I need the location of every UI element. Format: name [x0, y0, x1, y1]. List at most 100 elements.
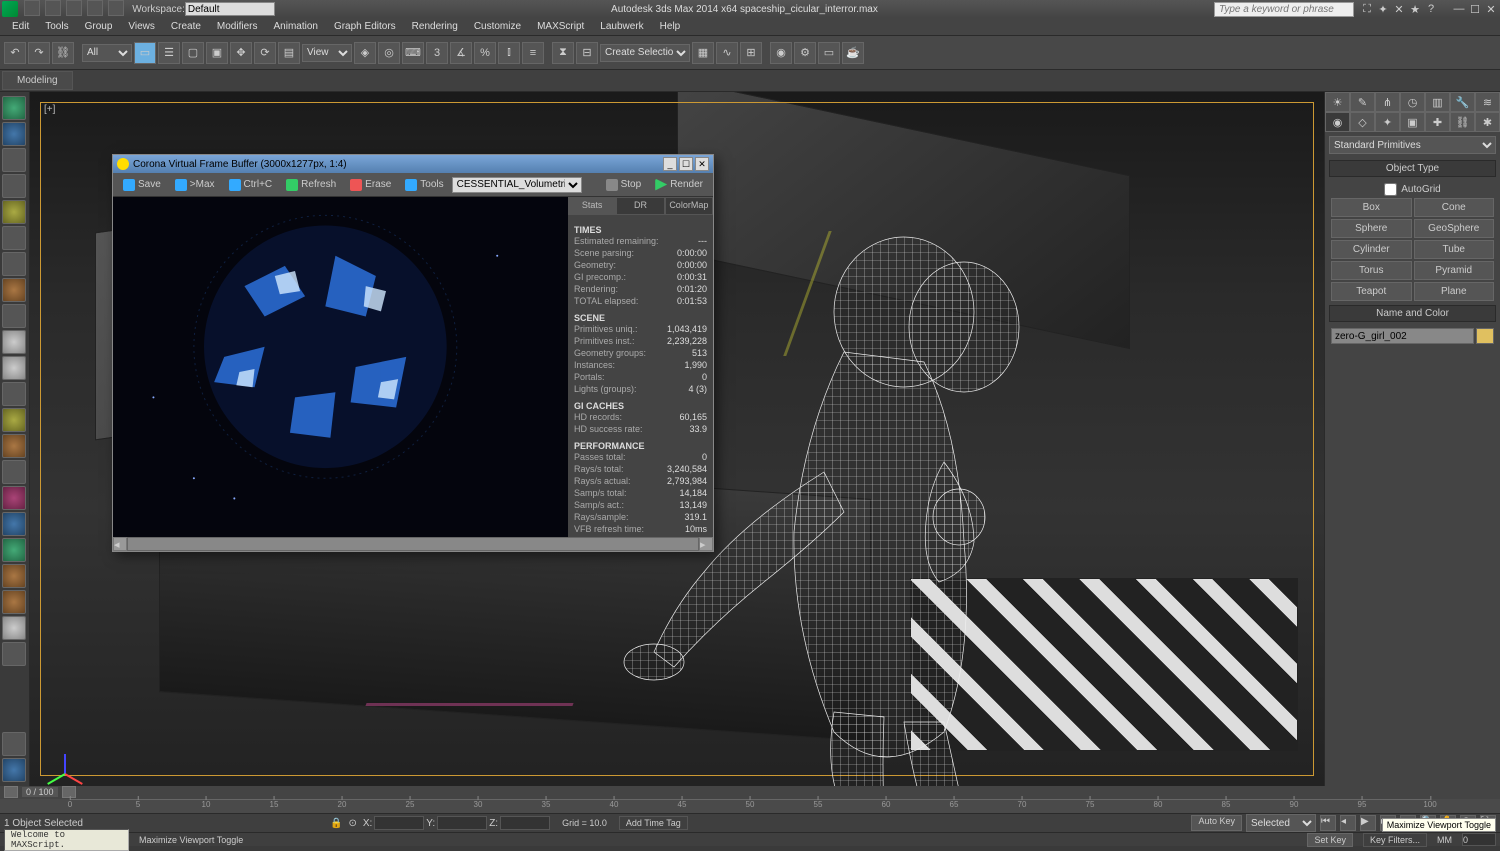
- vfb-pass-select[interactable]: CESSENTIAL_Volumetrics: [452, 177, 582, 193]
- panel-utilities-icon[interactable]: 🔧: [1450, 92, 1475, 112]
- layers-icon[interactable]: ▦: [692, 42, 714, 64]
- panel-hierarchy-icon[interactable]: ⋔: [1375, 92, 1400, 112]
- rollout-name-color[interactable]: Name and Color: [1329, 305, 1496, 322]
- panel-motion-icon[interactable]: ◷: [1400, 92, 1425, 112]
- workspace-select[interactable]: [185, 2, 275, 16]
- prim-cone[interactable]: Cone: [1414, 198, 1495, 217]
- prev-frame-icon[interactable]: ◂: [1340, 815, 1356, 831]
- menu-modifiers[interactable]: Modifiers: [209, 21, 266, 32]
- vfb-close-icon[interactable]: ✕: [695, 157, 709, 171]
- lt-dragon-icon[interactable]: [2, 278, 26, 302]
- track-prev-icon[interactable]: [4, 786, 18, 798]
- create-shapes-icon[interactable]: ◇: [1350, 112, 1375, 132]
- mirror-icon[interactable]: ⧗: [552, 42, 574, 64]
- play-icon[interactable]: ▶: [1360, 815, 1376, 831]
- prim-cylinder[interactable]: Cylinder: [1331, 240, 1412, 259]
- scale-icon[interactable]: ▤: [278, 42, 300, 64]
- vfb-erase-button[interactable]: Erase: [344, 177, 397, 193]
- create-cameras-icon[interactable]: ▣: [1400, 112, 1425, 132]
- lt-rock-icon[interactable]: [2, 512, 26, 536]
- prim-box[interactable]: Box: [1331, 198, 1412, 217]
- qat-redo-icon[interactable]: [108, 0, 124, 16]
- create-helpers-icon[interactable]: ✚: [1425, 112, 1450, 132]
- menu-animation[interactable]: Animation: [265, 21, 325, 32]
- select-object-icon[interactable]: ▭: [134, 42, 156, 64]
- keymode-select[interactable]: Selected: [1246, 814, 1316, 832]
- setkey-button[interactable]: Set Key: [1307, 833, 1353, 847]
- vfb-copy-button[interactable]: Ctrl+C: [223, 177, 279, 193]
- edit-named-sel-icon[interactable]: ≡: [522, 42, 544, 64]
- coord-x-input[interactable]: [374, 816, 424, 830]
- lt-color-icon[interactable]: [2, 642, 26, 666]
- undo-icon[interactable]: ↶: [4, 42, 26, 64]
- vfb-maximize-icon[interactable]: ☐: [679, 157, 693, 171]
- menu-edit[interactable]: Edit: [4, 21, 37, 32]
- lock-icon[interactable]: 🔒: [330, 818, 342, 829]
- rotate-icon[interactable]: ⟳: [254, 42, 276, 64]
- lt-sphere-icon[interactable]: [2, 330, 26, 354]
- keyboard-shortcut-icon[interactable]: ⌨: [402, 42, 424, 64]
- isolate-icon[interactable]: ⊙: [348, 818, 356, 829]
- maximize-icon[interactable]: ☐: [1468, 2, 1482, 16]
- object-color-swatch[interactable]: [1476, 328, 1494, 344]
- lt-icon-9[interactable]: [2, 304, 26, 328]
- create-geometry-icon[interactable]: ◉: [1325, 112, 1350, 132]
- lt-grid-icon[interactable]: [2, 122, 26, 146]
- prim-torus[interactable]: Torus: [1331, 261, 1412, 280]
- vfb-tab-stats[interactable]: Stats: [568, 197, 616, 215]
- signin-icon[interactable]: ✦: [1376, 2, 1390, 16]
- addtimetag-button[interactable]: Add Time Tag: [619, 816, 688, 830]
- goto-start-icon[interactable]: ⏮: [1320, 815, 1336, 831]
- rendered-frame-icon[interactable]: ▭: [818, 42, 840, 64]
- menu-create[interactable]: Create: [163, 21, 209, 32]
- keyfilters-button[interactable]: Key Filters...: [1363, 833, 1427, 847]
- vfb-render-view[interactable]: [113, 197, 568, 537]
- vfb-refresh-button[interactable]: Refresh: [280, 177, 342, 193]
- pivot-center-icon[interactable]: ◈: [354, 42, 376, 64]
- selection-filter-select[interactable]: All: [82, 44, 132, 62]
- app-logo[interactable]: [2, 1, 18, 17]
- rollout-object-type[interactable]: Object Type: [1329, 160, 1496, 177]
- object-name-input[interactable]: [1331, 328, 1474, 344]
- lt-cyl-icon[interactable]: [2, 148, 26, 172]
- menu-views[interactable]: Views: [120, 21, 163, 32]
- lt-teapot-icon[interactable]: [2, 96, 26, 120]
- menu-group[interactable]: Group: [77, 21, 121, 32]
- favorites-icon[interactable]: ★: [1408, 2, 1422, 16]
- prim-plane[interactable]: Plane: [1414, 282, 1495, 301]
- lt-hash-icon[interactable]: [2, 460, 26, 484]
- lt-axis-icon[interactable]: [2, 732, 26, 756]
- corona-vfb-window[interactable]: Corona Virtual Frame Buffer (3000x1277px…: [112, 154, 714, 552]
- menu-maxscript[interactable]: MAXScript: [529, 21, 592, 32]
- panel-display-icon[interactable]: ▥: [1425, 92, 1450, 112]
- menu-tools[interactable]: Tools: [37, 21, 76, 32]
- help-search-input[interactable]: [1214, 2, 1354, 17]
- prim-sphere[interactable]: Sphere: [1331, 219, 1412, 238]
- prim-pyramid[interactable]: Pyramid: [1414, 261, 1495, 280]
- viewport-label[interactable]: [+]: [44, 104, 55, 115]
- menu-laubwerk[interactable]: Laubwerk: [592, 21, 651, 32]
- lt-moon-icon[interactable]: [2, 226, 26, 250]
- create-systems-icon[interactable]: ✱: [1475, 112, 1500, 132]
- coord-y-input[interactable]: [437, 816, 487, 830]
- lt-icon-11[interactable]: [2, 356, 26, 380]
- qat-save-icon[interactable]: [66, 0, 82, 16]
- menu-customize[interactable]: Customize: [466, 21, 529, 32]
- viewport[interactable]: [+]: [30, 92, 1324, 786]
- close-icon[interactable]: ✕: [1484, 2, 1498, 16]
- vfb-tab-dr[interactable]: DR: [616, 197, 664, 215]
- autokey-button[interactable]: Auto Key: [1191, 815, 1242, 831]
- lt-planet-icon[interactable]: [2, 590, 26, 614]
- vfb-hscroll[interactable]: ◂▸: [113, 537, 713, 551]
- menu-grapheditors[interactable]: Graph Editors: [326, 21, 404, 32]
- current-frame-input[interactable]: [1462, 833, 1496, 846]
- vfb-tab-colormap[interactable]: ColorMap: [665, 197, 713, 215]
- qat-open-icon[interactable]: [45, 0, 61, 16]
- prim-geosphere[interactable]: GeoSphere: [1414, 219, 1495, 238]
- manipulate-icon[interactable]: ◎: [378, 42, 400, 64]
- menu-rendering[interactable]: Rendering: [404, 21, 466, 32]
- infocenter-icon[interactable]: ⛶: [1360, 2, 1374, 16]
- spinner-snap-icon[interactable]: ⫾: [498, 42, 520, 64]
- rect-region-icon[interactable]: ▢: [182, 42, 204, 64]
- track-next-icon[interactable]: [62, 786, 76, 798]
